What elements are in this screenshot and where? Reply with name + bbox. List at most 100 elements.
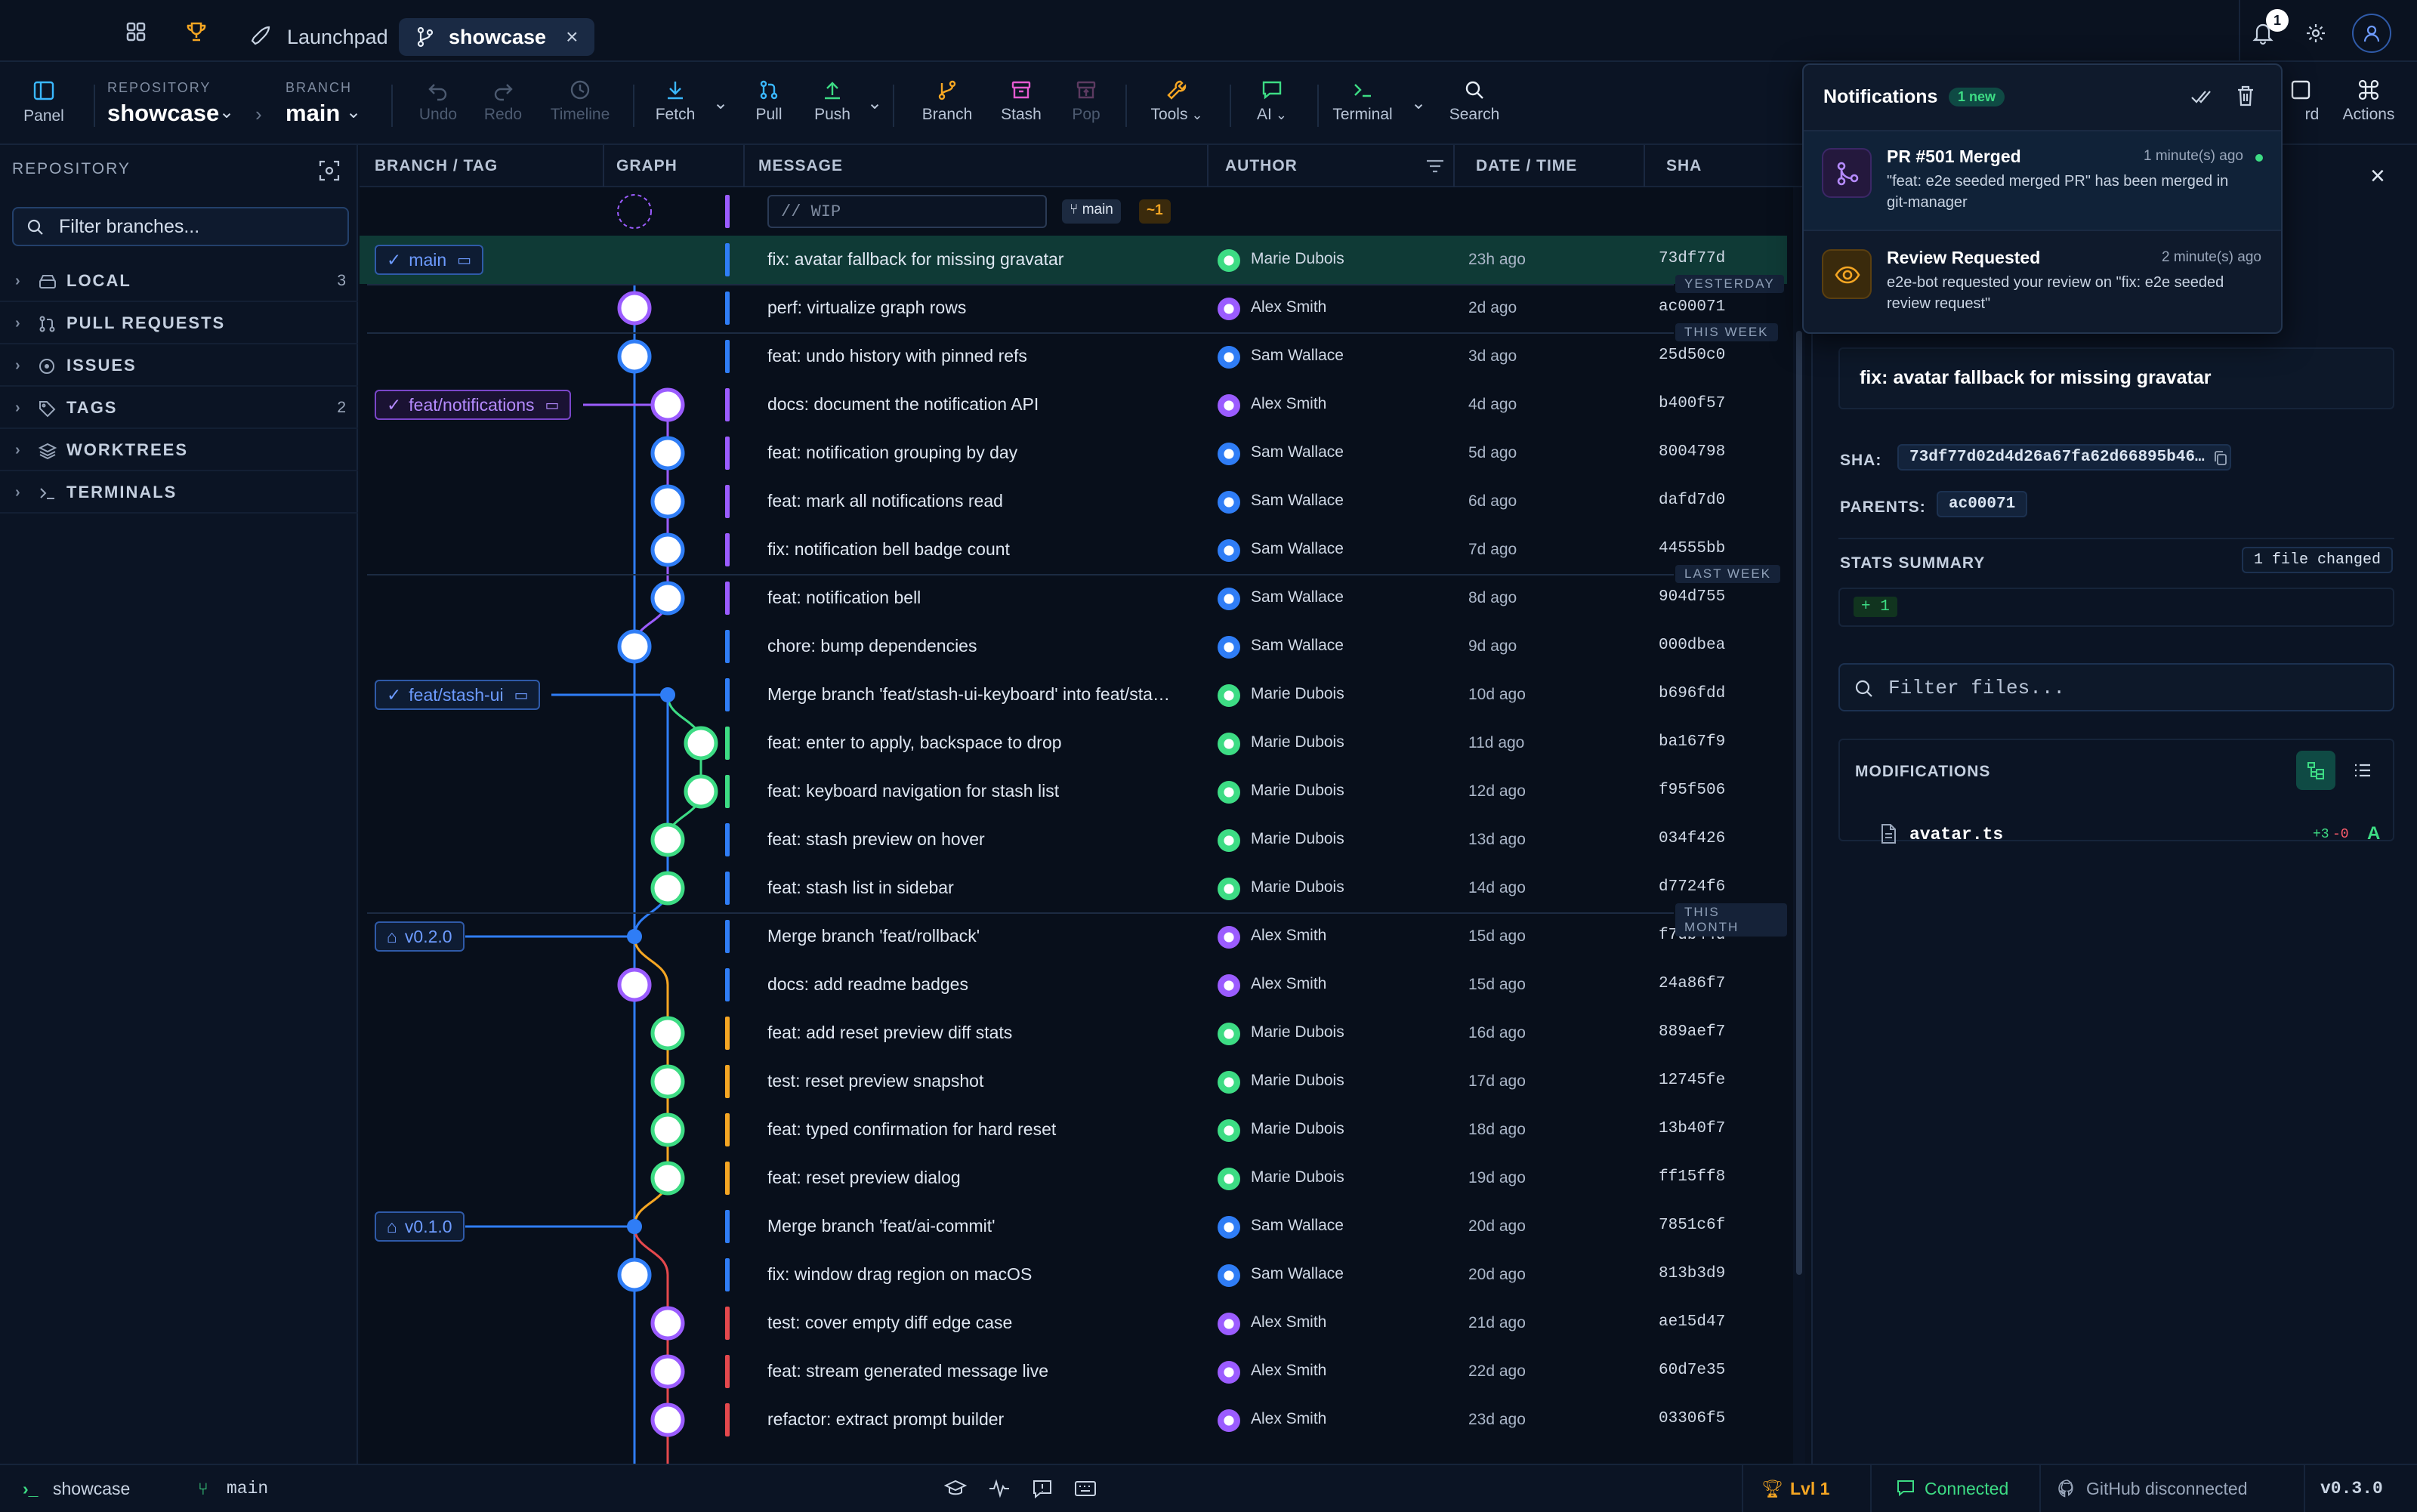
commit-row[interactable]: feat: notification bell Sam Wallace 8d ago…: [360, 574, 1787, 622]
status-github[interactable]: GitHub disconnected: [2086, 1479, 2248, 1499]
sidebar-section-issues[interactable]: › ISSUES: [0, 346, 358, 387]
fetch-options-chevron-icon[interactable]: ⌄: [713, 92, 728, 114]
column-date-time[interactable]: DATE / TIME: [1476, 157, 1577, 175]
sidebar-section-worktrees[interactable]: › WORKTREES: [0, 430, 358, 471]
notification-item[interactable]: Review Requested 2 minute(s) ago e2e-bot…: [1804, 233, 2281, 332]
user-avatar-icon[interactable]: [2352, 14, 2391, 53]
mark-all-read-icon[interactable]: [2190, 86, 2213, 111]
stash-button[interactable]: Stash: [983, 79, 1059, 124]
undo-button[interactable]: Undo: [400, 79, 476, 124]
status-repo-name[interactable]: showcase: [53, 1479, 130, 1499]
tag-ref-badge[interactable]: ⌂ v0.2.0: [375, 921, 465, 952]
commit-row[interactable]: refactor: extract prompt builder Alex Smi…: [360, 1396, 1787, 1444]
tree-view-toggle[interactable]: [2296, 751, 2335, 790]
commit-row[interactable]: Merge branch 'feat/rollback' Alex Smith 15…: [360, 912, 1787, 961]
sidebar-section-tags[interactable]: › TAGS 2: [0, 388, 358, 429]
copy-icon[interactable]: [2213, 450, 2228, 471]
tools-button[interactable]: Tools ⌄: [1139, 79, 1215, 124]
branch-selector[interactable]: main ⌄: [286, 100, 369, 130]
timeline-button[interactable]: Timeline: [542, 79, 618, 124]
column-sha[interactable]: SHA: [1666, 157, 1702, 175]
commit-row[interactable]: Merge branch 'feat/ai-commit' Sam Wallace…: [360, 1202, 1787, 1251]
ai-button[interactable]: AI ⌄: [1234, 79, 1310, 124]
tab-showcase[interactable]: showcase ×: [399, 18, 595, 56]
repo-selector[interactable]: showcase ⌄: [107, 100, 240, 130]
commit-row[interactable]: feat: reset preview dialog Marie Dubois 19…: [360, 1154, 1787, 1202]
full-sha-chip[interactable]: 73df77d02d4d26a67fa62d66895b46…: [1897, 444, 2231, 471]
commit-row[interactable]: feat: stash list in sidebar Marie Dubois 1…: [360, 864, 1787, 912]
fetch-button[interactable]: Fetch: [637, 79, 713, 124]
commit-author: Marie Dubois: [1251, 685, 1344, 702]
commit-row[interactable]: Merge branch 'feat/stash-ui-keyboard' in…: [360, 671, 1787, 719]
panel-button[interactable]: Panel: [6, 79, 82, 125]
feedback-icon[interactable]: [1032, 1479, 1053, 1503]
column-message[interactable]: MESSAGE: [758, 157, 843, 175]
filter-lines-icon[interactable]: [1425, 157, 1446, 175]
branch-ref-badge[interactable]: ✓ feat/stash-ui ▭: [375, 680, 541, 710]
push-options-chevron-icon[interactable]: ⌄: [867, 92, 882, 114]
commit-row[interactable]: feat: typed confirmation for hard reset M…: [360, 1106, 1787, 1154]
commit-row[interactable]: docs: add readme badges Alex Smith 15d ago…: [360, 961, 1787, 1009]
status-branch-name[interactable]: main: [227, 1479, 268, 1498]
commit-row[interactable]: feat: notification grouping by day Sam Wa…: [360, 429, 1787, 477]
grid-icon[interactable]: [119, 15, 153, 48]
branch-ref-badge[interactable]: ✓ main ▭: [375, 245, 484, 275]
close-icon[interactable]: ×: [2370, 162, 2385, 191]
column-graph[interactable]: GRAPH: [616, 157, 678, 175]
trash-icon[interactable]: [2236, 85, 2255, 111]
sidebar-section-pull-requests[interactable]: › PULL REQUESTS: [0, 304, 358, 344]
tag-ref-badge[interactable]: ⌂ v0.1.0: [375, 1211, 465, 1242]
commit-row[interactable]: feat: keyboard navigation for stash list…: [360, 767, 1787, 816]
tab-launchpad[interactable]: Launchpad: [234, 18, 405, 56]
graduation-cap-icon[interactable]: [943, 1479, 968, 1503]
commit-row[interactable]: docs: document the notification API Alex …: [360, 381, 1787, 429]
activity-pulse-icon[interactable]: [988, 1479, 1011, 1503]
commit-row[interactable]: perf: virtualize graph rows Alex Smith 2d …: [360, 284, 1787, 332]
lane-color-bar: [725, 872, 730, 905]
redo-button[interactable]: Redo: [465, 79, 541, 124]
actions-button[interactable]: Actions: [2331, 79, 2406, 124]
branch-button[interactable]: Branch: [909, 79, 985, 124]
commit-row[interactable]: fix: avatar fallback for missing gravata…: [360, 236, 1787, 284]
branch-ref-badge[interactable]: ✓ feat/notifications ▭: [375, 390, 572, 420]
commit-row[interactable]: chore: bump dependencies Sam Wallace 9d ag…: [360, 622, 1787, 671]
commit-row[interactable]: test: cover empty diff edge case Alex Smi…: [360, 1299, 1787, 1347]
search-button[interactable]: Search: [1437, 79, 1512, 124]
parent-sha-chip[interactable]: ac00071: [1937, 491, 2028, 517]
commit-row[interactable]: feat: stream generated message live Alex …: [360, 1347, 1787, 1396]
sidebar-section-local[interactable]: › LOCAL 3: [0, 261, 358, 302]
commit-row[interactable]: fix: notification bell badge count Sam Wa…: [360, 526, 1787, 574]
bell-icon[interactable]: 1: [2246, 9, 2289, 50]
filter-files-input[interactable]: Filter files...: [1838, 663, 2394, 711]
sidebar-section-terminals[interactable]: › TERMINALS: [0, 473, 358, 514]
column-branch-tag[interactable]: BRANCH / TAG: [375, 157, 498, 175]
graph-scrollbar[interactable]: [1793, 187, 1805, 1464]
wip-message-input[interactable]: // WIP: [767, 195, 1047, 228]
commit-row[interactable]: feat: enter to apply, backspace to drop M…: [360, 719, 1787, 767]
trophy-icon[interactable]: [180, 15, 213, 48]
settings-gear-icon[interactable]: [2299, 17, 2332, 50]
focus-target-icon[interactable]: [317, 159, 341, 187]
wip-row[interactable]: // WIP ⑂ main ~1: [360, 187, 1787, 236]
commit-row[interactable]: feat: undo history with pinned refs Sam W…: [360, 332, 1787, 381]
filter-branches-input[interactable]: Filter branches...: [12, 207, 349, 246]
terminal-options-chevron-icon[interactable]: ⌄: [1411, 92, 1426, 114]
author-avatar: [1218, 1119, 1240, 1142]
status-level[interactable]: Lvl 1: [1790, 1479, 1829, 1499]
commit-row[interactable]: fix: window drag region on macOS Sam Wall…: [360, 1251, 1787, 1299]
keyboard-icon[interactable]: [1074, 1479, 1097, 1503]
notification-item[interactable]: PR #501 Merged 1 minute(s) ago "feat: e2…: [1804, 131, 2281, 231]
scrollbar-thumb[interactable]: [1796, 331, 1802, 1275]
commit-row[interactable]: test: reset preview snapshot Marie Dubois…: [360, 1057, 1787, 1106]
push-button[interactable]: Push: [795, 79, 870, 124]
close-icon[interactable]: ×: [566, 25, 578, 49]
terminal-button[interactable]: Terminal: [1325, 79, 1400, 124]
commit-row[interactable]: feat: mark all notifications read Sam Wal…: [360, 477, 1787, 526]
pop-button[interactable]: Pop: [1048, 79, 1124, 124]
commit-row[interactable]: feat: add reset preview diff stats Marie …: [360, 1009, 1787, 1057]
file-row[interactable]: avatar.ts +3 -0 A: [1838, 816, 2394, 855]
list-view-toggle[interactable]: [2343, 751, 2382, 790]
column-author[interactable]: AUTHOR: [1225, 157, 1298, 175]
commit-row[interactable]: feat: stash preview on hover Marie Dubois…: [360, 816, 1787, 864]
status-connection[interactable]: Connected: [1925, 1479, 2008, 1499]
